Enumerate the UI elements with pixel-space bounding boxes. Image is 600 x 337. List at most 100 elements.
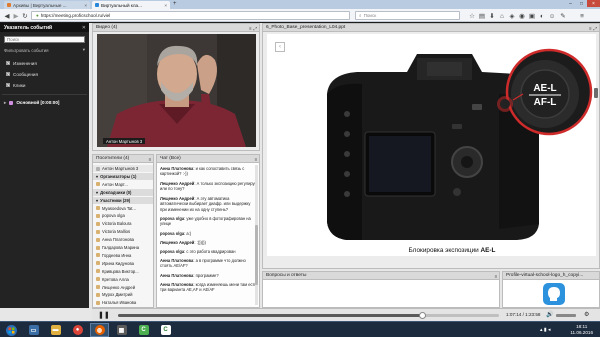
- addon-icon[interactable]: ✎: [559, 12, 567, 20]
- chevron-down-icon[interactable]: ▾: [96, 190, 98, 195]
- start-button[interactable]: [2, 323, 21, 337]
- presentation-title: 6_Photo_Base_presentation_L04.ppt: [266, 25, 346, 30]
- timeline-scrubber[interactable]: [419, 312, 427, 319]
- back-icon[interactable]: ◀: [3, 12, 11, 20]
- user-icon: [96, 285, 100, 290]
- addon-icon[interactable]: ◉: [518, 12, 526, 20]
- tab-archives[interactable]: Архивы | Виртуальные ... ×: [4, 1, 90, 9]
- reading-list-icon[interactable]: ▤: [478, 12, 486, 20]
- attendee-row[interactable]: Анна Платонова: [93, 236, 153, 243]
- chat-pod-header: Чат (Все) ≡: [157, 155, 259, 163]
- chat-message: Лещенко Андрей: А эту автоматика автомат…: [160, 196, 258, 212]
- addon-icon[interactable]: ◐: [538, 12, 546, 20]
- attendee-row[interactable]: Ирина Кидунова: [93, 260, 153, 267]
- tab-virtual-class[interactable]: Виртуальный кла... ×: [92, 1, 170, 9]
- star-icon[interactable]: ☆: [468, 12, 476, 20]
- attendee-row[interactable]: Victoria Mallios: [93, 228, 153, 235]
- chat-text: а:): [186, 231, 192, 236]
- chrome-icon: ●: [72, 325, 83, 335]
- user-icon: [96, 166, 100, 171]
- new-tab-button[interactable]: +: [173, 1, 177, 7]
- filter-clicks-checkbox[interactable]: ✓ Клики: [6, 82, 26, 88]
- pod-menu-icon[interactable]: ≡: [148, 157, 151, 162]
- chat-message: popova olga: а:): [160, 231, 258, 236]
- address-bar[interactable]: ● https://meeting.proficschool.ru/viel: [31, 11, 350, 20]
- taskbar-chrome[interactable]: ●: [68, 323, 87, 337]
- pod-menu-icon[interactable]: ≡: [494, 274, 497, 279]
- pod-menu-icon[interactable]: ≡: [589, 26, 592, 31]
- webcam-video: Антон Мартынов 3: [97, 34, 256, 147]
- attendee-row[interactable]: Мурох Дмитрий: [93, 291, 153, 298]
- addon-icon[interactable]: ▣: [528, 12, 536, 20]
- attendee-row[interactable]: Кривцова Виктор...: [93, 268, 153, 275]
- qa-pod-title: Вопросы и ответы: [266, 273, 307, 278]
- attendee-row[interactable]: Victoria Baloura: [93, 220, 153, 227]
- taskbar-app[interactable]: ▦: [112, 323, 131, 337]
- attendee-row[interactable]: Наталья Иванова: [93, 299, 153, 306]
- browser-search-input[interactable]: ⌕ Поиск: [355, 11, 460, 20]
- chevron-down-icon[interactable]: ▾: [96, 174, 98, 179]
- attendee-row[interactable]: Myasoedova Tat...: [93, 205, 153, 212]
- attendee-group[interactable]: ▾ Докладчики (0): [93, 188, 153, 196]
- close-window-icon[interactable]: ×: [587, 0, 600, 7]
- attendee-row[interactable]: Кретова Алла: [93, 276, 153, 283]
- menu-icon[interactable]: ≡: [578, 12, 586, 20]
- close-icon[interactable]: ✕: [82, 23, 86, 32]
- pocket-icon[interactable]: ◈: [508, 12, 516, 20]
- attendee-name: Организаторы (1): [100, 173, 137, 179]
- user-icon: [96, 261, 100, 266]
- chevron-down-icon[interactable]: ▾: [96, 198, 98, 203]
- pod-menu-icon[interactable]: ≡: [249, 26, 252, 31]
- event-marker-icon: [9, 100, 14, 105]
- filter-changes-checkbox[interactable]: ✓ Изменения: [6, 60, 37, 66]
- taskbar-app[interactable]: C: [156, 323, 175, 337]
- volume-icon[interactable]: 🔊: [546, 311, 553, 318]
- volume-slider[interactable]: [556, 314, 576, 317]
- addon-icon[interactable]: ☺: [548, 12, 556, 20]
- scrollbar-thumb[interactable]: [255, 225, 258, 285]
- chat-pod-title: Чат (Все): [160, 156, 181, 161]
- reload-icon[interactable]: ↻: [21, 12, 29, 20]
- attendee-group[interactable]: ▾ Участники (29): [93, 196, 153, 204]
- settings-icon[interactable]: ⚙: [584, 311, 589, 318]
- clock[interactable]: 18:11 11.06.2016: [570, 324, 593, 336]
- slide-scrollbar[interactable]: [594, 88, 598, 98]
- search-icon: ⌕: [359, 13, 362, 18]
- tray-icons[interactable]: ▴ ▮ ◂: [540, 327, 551, 333]
- pod-menu-icon[interactable]: ≡: [254, 157, 257, 162]
- attendee-row[interactable]: Гордеева Инна: [93, 252, 153, 259]
- event-search-input[interactable]: Поиск: [4, 36, 85, 43]
- chat-message: Лещенко Андрей: А только экспозицию регу…: [160, 181, 258, 192]
- attendee-row[interactable]: popova olga: [93, 212, 153, 219]
- filter-messages-checkbox[interactable]: ✓ Сообщения: [6, 71, 38, 77]
- pause-button[interactable]: ❚❚: [98, 311, 110, 319]
- maximize-icon[interactable]: □: [576, 0, 587, 7]
- attendee-group[interactable]: ▾ Организаторы (1): [93, 172, 153, 180]
- prev-slide-icon[interactable]: ‹: [275, 42, 285, 52]
- home-icon[interactable]: ⌂: [498, 12, 506, 20]
- download-icon[interactable]: ⬇: [488, 12, 496, 20]
- taskbar-explorer[interactable]: ▭: [24, 323, 43, 337]
- attendees-pod: Посетители (4) ≡ Антон Мартынов 3 ▾ Органи…: [92, 154, 154, 308]
- taskbar-firefox[interactable]: ◍: [90, 323, 109, 337]
- user-icon: [96, 229, 100, 234]
- taskbar-camtasia[interactable]: C: [134, 323, 153, 337]
- playback-timeline[interactable]: [118, 312, 499, 319]
- tab-close-icon[interactable]: ×: [164, 3, 167, 8]
- chat-scrollbar[interactable]: [255, 165, 258, 305]
- event-main[interactable]: ▸ Основной [0:00:00]: [4, 99, 86, 106]
- attendee-row[interactable]: Антон Март...: [93, 181, 153, 188]
- attendee-row[interactable]: Галдарова Марина: [93, 244, 153, 251]
- forward-icon[interactable]: ▶: [12, 12, 20, 20]
- fullscreen-icon[interactable]: ⤢: [253, 26, 257, 31]
- attendee-row[interactable]: Лещенко Андрей: [93, 284, 153, 291]
- fullscreen-icon[interactable]: ⤢: [593, 26, 597, 31]
- tab-close-icon[interactable]: ×: [84, 3, 87, 8]
- event-filter-dropdown[interactable]: Фильтровать события ▾: [4, 47, 85, 53]
- user-icon: [96, 221, 100, 226]
- chat-message: Анна Платонова: когда изменяешь мени там…: [160, 282, 258, 293]
- attendee-row[interactable]: Антон Мартынов 3: [93, 165, 153, 173]
- taskbar-folder[interactable]: ▬: [46, 323, 65, 337]
- minimize-icon[interactable]: –: [565, 0, 576, 7]
- playback-controls: ❚❚ 1:07:14 / 1:23:58 🔊 ⚙: [92, 308, 600, 321]
